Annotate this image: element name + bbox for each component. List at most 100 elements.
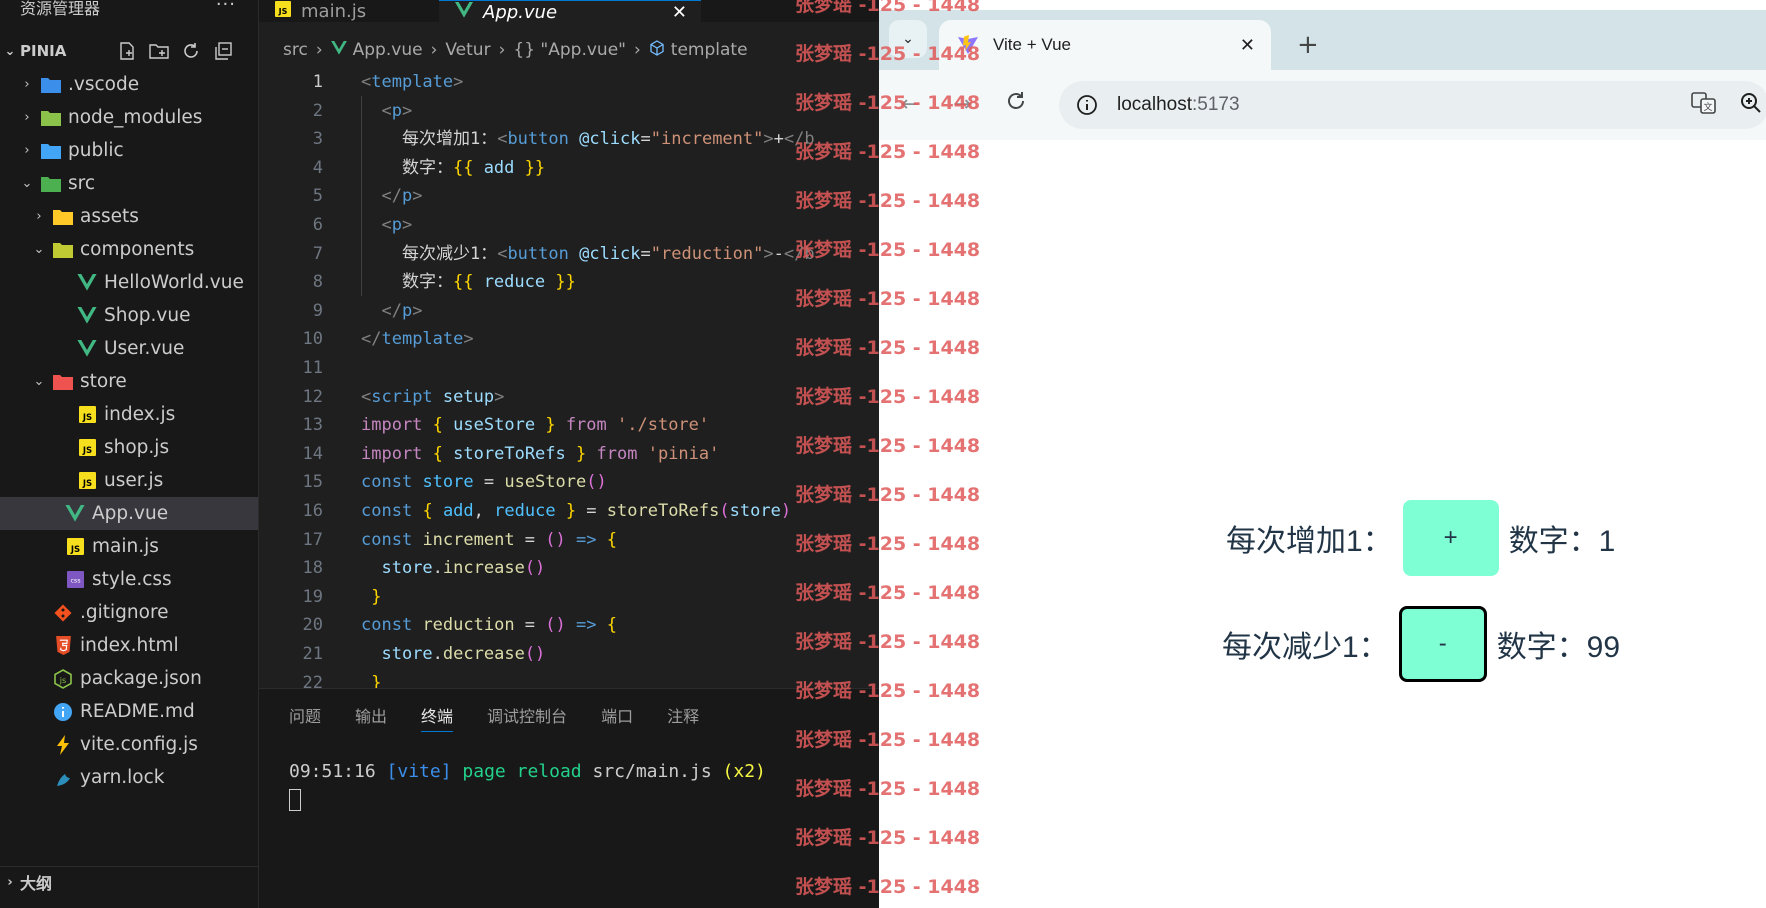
chevron-right-icon[interactable]: › (20, 143, 34, 158)
code-token: } (371, 672, 382, 688)
breadcrumb-item[interactable]: src (283, 40, 308, 60)
tree-item[interactable]: HelloWorld.vue (0, 266, 258, 299)
outline-section[interactable]: › 大纲 (0, 866, 258, 897)
code-token: increment (422, 529, 515, 550)
panel-tab[interactable]: 终端 (421, 703, 454, 732)
chevron-right-icon[interactable]: › (32, 209, 46, 224)
code-token: > (401, 100, 413, 121)
tab-label: App.vue (483, 1, 558, 23)
decrement-row: 每次减少1： - 数字：99 (1222, 606, 1620, 682)
tree-item[interactable]: › node_modules (0, 101, 258, 134)
tree-item[interactable]: › public (0, 134, 258, 167)
chevron-down-icon[interactable]: ⌄ (32, 242, 46, 257)
tree-item[interactable]: JS shop.js (0, 431, 258, 464)
close-tab-icon[interactable]: ✕ (1240, 35, 1255, 56)
tree-item[interactable]: User.vue (0, 332, 258, 365)
zoom-icon[interactable] (1739, 91, 1763, 119)
code-token: { (432, 415, 443, 436)
line-text: </template> (361, 325, 474, 354)
increment-count: 数字：1 (1508, 525, 1616, 558)
chevron-down-icon[interactable]: ⌄ (0, 44, 20, 59)
reload-icon[interactable] (1005, 90, 1027, 118)
browser-tab[interactable]: Vite + Vue ✕ (939, 20, 1271, 70)
nodejs-icon: js (52, 668, 74, 690)
tree-item[interactable]: JS index.js (0, 398, 258, 431)
panel-tab[interactable]: 输出 (355, 703, 387, 732)
close-tab-icon[interactable]: ✕ (672, 2, 687, 23)
code-token: useStore (504, 472, 587, 493)
line-number: 20 (302, 615, 323, 636)
panel-tab[interactable]: 问题 (289, 703, 321, 732)
increment-label: 每次增加1： (1226, 525, 1393, 558)
code-token: = (514, 529, 546, 550)
forward-arrow-icon[interactable]: → (953, 92, 971, 117)
line-number: 13 (302, 415, 323, 436)
tree-item[interactable]: .gitignore (0, 596, 258, 629)
tree-item-label: User.vue (104, 338, 185, 359)
chevron-down-icon[interactable]: ⌄ (32, 374, 46, 389)
vue-file-icon (330, 40, 347, 60)
panel-tab[interactable]: 注释 (667, 703, 699, 732)
tree-item[interactable]: index.html (0, 629, 258, 662)
tree-item-label: components (80, 239, 195, 260)
project-header[interactable]: ⌄ PINIA (0, 37, 258, 65)
tree-item[interactable]: vite.config.js (0, 728, 258, 761)
tree-item[interactable]: App.vue (0, 497, 258, 530)
new-file-icon[interactable] (116, 40, 138, 62)
code-token: 数字： (361, 157, 453, 178)
more-actions-icon[interactable]: ··· (216, 0, 236, 14)
address-bar[interactable]: localhost:5173 文 (1059, 81, 1766, 129)
site-info-icon[interactable] (1075, 93, 1099, 117)
chevron-down-icon[interactable]: ⌄ (20, 176, 34, 191)
code-token: }} (524, 157, 546, 178)
tree-item[interactable]: › assets (0, 200, 258, 233)
breadcrumb-item[interactable]: App.vue (353, 40, 423, 60)
back-arrow-icon[interactable]: ← (901, 92, 919, 117)
tree-item[interactable]: yarn.lock (0, 761, 258, 794)
vue-file-icon (455, 1, 473, 23)
tab-main-js[interactable]: JS main.js (259, 0, 439, 22)
code-area[interactable]: 1 <template> 2 <p> 3 每次增加1：<button @click="… (259, 68, 879, 688)
tree-item-label: .gitignore (80, 602, 169, 623)
tab-search-icon[interactable]: ⌄ (889, 20, 927, 58)
code-token: add (442, 501, 474, 521)
code-token: - (773, 243, 784, 264)
code-token: reduction (422, 615, 515, 636)
refresh-icon[interactable] (180, 40, 202, 62)
tree-item[interactable]: › .vscode (0, 68, 258, 101)
new-tab-icon[interactable]: + (1297, 30, 1319, 60)
chevron-right-icon[interactable]: › (20, 77, 34, 92)
chevron-right-icon[interactable]: › (20, 110, 34, 125)
increment-button[interactable]: + (1402, 500, 1499, 576)
panel-tab[interactable]: 调试控制台 (487, 703, 567, 732)
code-token: { (606, 529, 617, 550)
tree-item[interactable]: ⌄ store (0, 365, 258, 398)
tree-item[interactable]: Shop.vue (0, 299, 258, 332)
tree-item[interactable]: ⌄ components (0, 233, 258, 266)
url-text[interactable]: localhost:5173 (1117, 94, 1240, 116)
breadcrumb-item[interactable]: {} "App.vue" (513, 40, 626, 60)
panel-tab[interactable]: 端口 (601, 703, 633, 732)
terminal-output[interactable]: 09:51:16 [vite] page reload src/main.js … (289, 761, 766, 782)
tree-item[interactable]: README.md (0, 695, 258, 728)
new-folder-icon[interactable] (148, 40, 170, 62)
tab-app-vue[interactable]: App.vue ✕ (439, 0, 701, 23)
tree-item[interactable]: JS user.js (0, 464, 258, 497)
breadcrumb-item[interactable]: template (671, 40, 748, 60)
tree-item[interactable]: JS main.js (0, 530, 258, 563)
translate-icon[interactable]: 文 (1691, 91, 1717, 119)
tree-item-label: shop.js (104, 437, 170, 458)
line-text: 每次减少1：<button @click="reduction">-</b (361, 240, 815, 269)
tree-item[interactable]: ⌄ src (0, 167, 258, 200)
chevron-right-icon[interactable]: › (0, 875, 20, 890)
tree-item[interactable]: js package.json (0, 662, 258, 695)
code-token: < (361, 386, 372, 407)
tree-item[interactable]: css style.css (0, 563, 258, 596)
decrement-button[interactable]: - (1398, 606, 1487, 682)
breadcrumb-item[interactable]: Vetur (445, 40, 490, 60)
collapse-all-icon[interactable] (212, 40, 234, 62)
